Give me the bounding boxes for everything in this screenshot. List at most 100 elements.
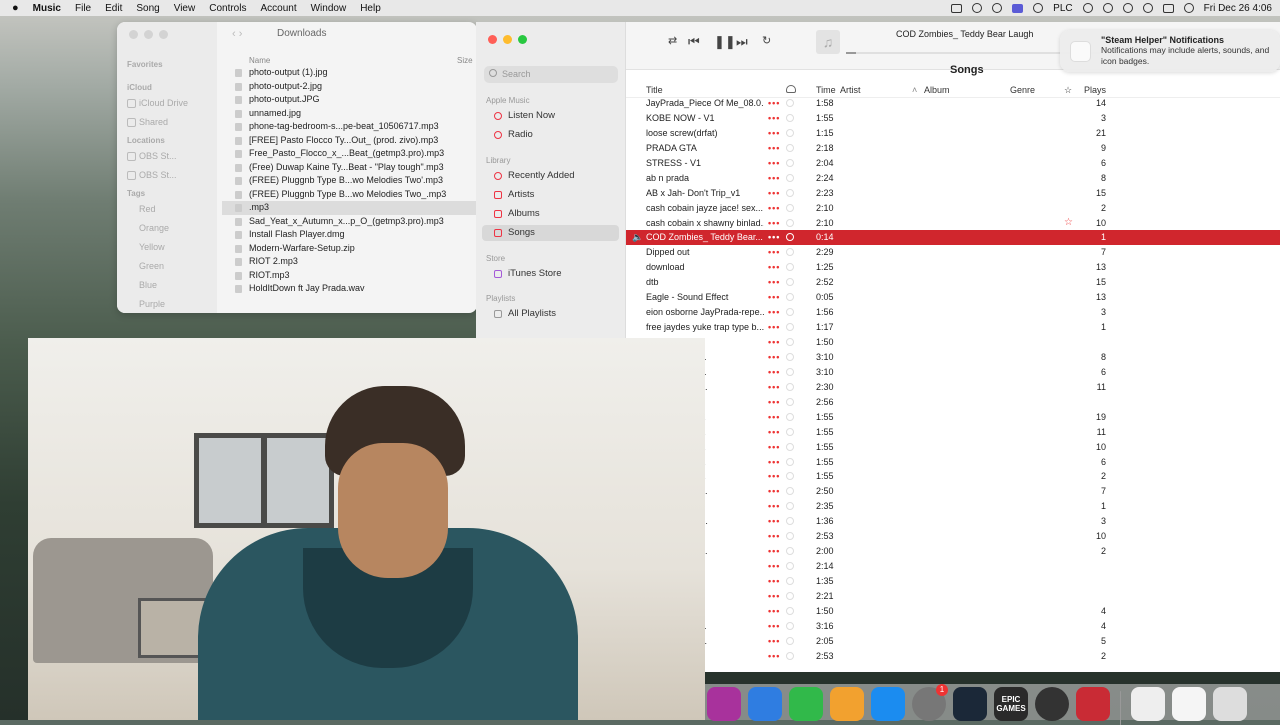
clock[interactable]: Fri Dec 26 4:06 (1204, 3, 1272, 14)
more-options-icon[interactable]: ••• (768, 410, 780, 425)
more-options-icon[interactable]: ••• (768, 544, 780, 559)
song-row[interactable]: JayPrada_Piece Of Me_08.0... ••• 1:58 14 (626, 96, 1280, 111)
song-row[interactable]: Dipped out ••• 2:29 7 (626, 245, 1280, 260)
more-options-icon[interactable]: ••• (768, 230, 780, 245)
file-row[interactable]: photo-output-2.jpg (222, 80, 477, 94)
song-row[interactable]: Foux x LOVE...•••2:055 (626, 634, 1280, 649)
file-row[interactable]: unnamed.jpg (222, 107, 477, 121)
sidebar-tag-purple[interactable]: Purple (139, 299, 217, 309)
pause-icon[interactable]: ❚❚ (714, 34, 736, 50)
more-options-icon[interactable]: ••• (768, 634, 780, 649)
more-options-icon[interactable]: ••• (768, 126, 780, 141)
siri-icon[interactable] (1183, 3, 1194, 13)
song-row[interactable]: ROFIT_plugg...•••2:3011 (626, 380, 1280, 395)
song-row[interactable]: eion osborne JayPrada-repe... ••• 1:56 3 (626, 305, 1280, 320)
apple-menu-icon[interactable]: ● (12, 2, 19, 14)
song-row[interactable]: aine Type Be...•••1:5510 (626, 440, 1280, 455)
song-row[interactable]: cash cobain x shawny binlad... ••• 2:10 ☆ 10 (626, 216, 1280, 231)
menu-app-music[interactable]: Music (33, 3, 61, 14)
sidebar-item-radio[interactable]: Radio (482, 127, 619, 143)
close-button[interactable] (488, 35, 497, 44)
epic-games-icon[interactable]: EPIC GAMES (994, 687, 1028, 721)
file-row[interactable]: [FREE] Pasto Flocco Ty...Out_ (prod. ziv… (222, 134, 477, 148)
status-plc[interactable]: PLC (1053, 3, 1072, 14)
shield-icon[interactable] (1033, 3, 1044, 13)
next-icon[interactable]: ⏭ (736, 34, 748, 50)
pages-icon[interactable] (830, 687, 864, 721)
song-row[interactable]: leo type bea...•••2:14 (626, 559, 1280, 574)
sidebar-tag-orange[interactable]: Orange (139, 223, 217, 233)
menu-help[interactable]: Help (360, 3, 381, 14)
wifi-icon[interactable] (1122, 3, 1133, 13)
numbers-icon[interactable] (789, 687, 823, 721)
song-row[interactable]: e rock acou...•••2:56 (626, 395, 1280, 410)
steam-icon[interactable] (953, 687, 987, 721)
song-row[interactable]: download ••• 1:25 13 (626, 260, 1280, 275)
song-row[interactable]: STRESS - V1 ••• 2:04 6 (626, 156, 1280, 171)
more-options-icon[interactable]: ••• (768, 96, 780, 111)
minimize-button[interactable] (144, 30, 153, 39)
minimize-button[interactable] (503, 35, 512, 44)
sidebar-item-listen-now[interactable]: Listen Now (482, 108, 619, 124)
column-artist[interactable]: Artist (840, 85, 861, 95)
song-row[interactable]: AB x Jah- Don't Trip_v1 ••• 2:23 15 (626, 186, 1280, 201)
more-options-icon[interactable]: ••• (768, 335, 780, 350)
song-row[interactable]: D. Savage ty...•••1:504 (626, 604, 1280, 619)
more-options-icon[interactable]: ••• (768, 111, 780, 126)
more-options-icon[interactable]: ••• (768, 245, 780, 260)
song-row[interactable]: ab n prada ••• 2:24 8 (626, 171, 1280, 186)
column-plays[interactable]: Plays (1084, 85, 1106, 95)
sidebar-tag-green[interactable]: Green (139, 261, 217, 271)
menu-account[interactable]: Account (260, 3, 296, 14)
system-settings-icon[interactable]: 1 (912, 684, 948, 721)
song-row[interactable]: aine Type Be...•••1:5511 (626, 425, 1280, 440)
column-time[interactable]: Time (816, 85, 836, 95)
more-options-icon[interactable]: ••• (768, 469, 780, 484)
song-row[interactable]: odtrap sampl...•••2:21 (626, 589, 1280, 604)
song-row[interactable]: dtb ••• 2:52 15 (626, 275, 1280, 290)
song-row[interactable]: Eagle - Sound Effect ••• 0:05 13 (626, 290, 1280, 305)
control-center-icon[interactable] (1162, 3, 1174, 13)
file-row[interactable]: Sad_Yeat_x_Autumn_x...p_O_(getmp3.pro).m… (222, 215, 477, 229)
steam-icon[interactable] (992, 3, 1003, 13)
sidebar-item-recently-added[interactable]: Recently Added (482, 168, 619, 184)
more-options-icon[interactable]: ••• (768, 529, 780, 544)
song-row[interactable]: bourne x Play...•••1:363 (626, 514, 1280, 529)
song-row[interactable]: aine Type Be...•••1:556 (626, 455, 1280, 470)
music-file-icon[interactable] (1131, 687, 1165, 721)
sidebar-item-artists[interactable]: Artists (482, 187, 619, 203)
file-row[interactable]: photo-output.JPG (222, 93, 477, 107)
more-options-icon[interactable]: ••• (768, 365, 780, 380)
headphones-icon[interactable] (1102, 3, 1113, 13)
more-options-icon[interactable]: ••• (768, 604, 780, 619)
more-options-icon[interactable]: ••• (768, 440, 780, 455)
more-options-icon[interactable]: ••• (768, 141, 780, 156)
back-forward-icon[interactable]: ‹ › (232, 28, 242, 40)
cloud-icon[interactable] (786, 85, 796, 93)
menu-view[interactable]: View (174, 3, 196, 14)
screen-share-icon[interactable] (1012, 3, 1024, 13)
song-row[interactable]: sed x kashpa...•••3:108 (626, 350, 1280, 365)
sidebar-item-location-1[interactable]: OBS St... (127, 151, 217, 161)
song-row[interactable]: KOBE NOW - V1 ••• 1:55 3 (626, 111, 1280, 126)
song-row[interactable]: sed x kashpa...•••3:106 (626, 365, 1280, 380)
song-row[interactable]: eat type bea...•••2:351 (626, 499, 1280, 514)
more-options-icon[interactable]: ••• (768, 395, 780, 410)
file-row[interactable]: (Free) Duwap Kaine Ty...Beat - "Play tou… (222, 161, 477, 175)
menu-song[interactable]: Song (136, 3, 159, 14)
song-row[interactable]: loose screw(drfat) ••• 1:15 21 (626, 126, 1280, 141)
keynote-icon[interactable] (748, 687, 782, 721)
repeat-icon[interactable]: ↻ (762, 34, 771, 47)
notification-banner[interactable]: "Steam Helper" Notifications Notificatio… (1060, 30, 1280, 72)
now-playing-title[interactable]: COD Zombies_ Teddy Bear Laugh (896, 29, 1033, 39)
sidebar-item-icloud-drive[interactable]: iCloud Drive (127, 98, 217, 108)
song-row[interactable]: free jaydes yuke trap type b... ••• 1:17 1 (626, 320, 1280, 335)
song-row[interactable]: e x realyungp...•••2:507 (626, 484, 1280, 499)
play-icon[interactable] (1082, 3, 1093, 13)
more-options-icon[interactable]: ••• (768, 290, 780, 305)
menu-controls[interactable]: Controls (209, 3, 246, 14)
zoom-button[interactable] (518, 35, 527, 44)
column-title[interactable]: Title (646, 85, 663, 95)
more-options-icon[interactable]: ••• (768, 425, 780, 440)
column-album[interactable]: Album (924, 85, 950, 95)
